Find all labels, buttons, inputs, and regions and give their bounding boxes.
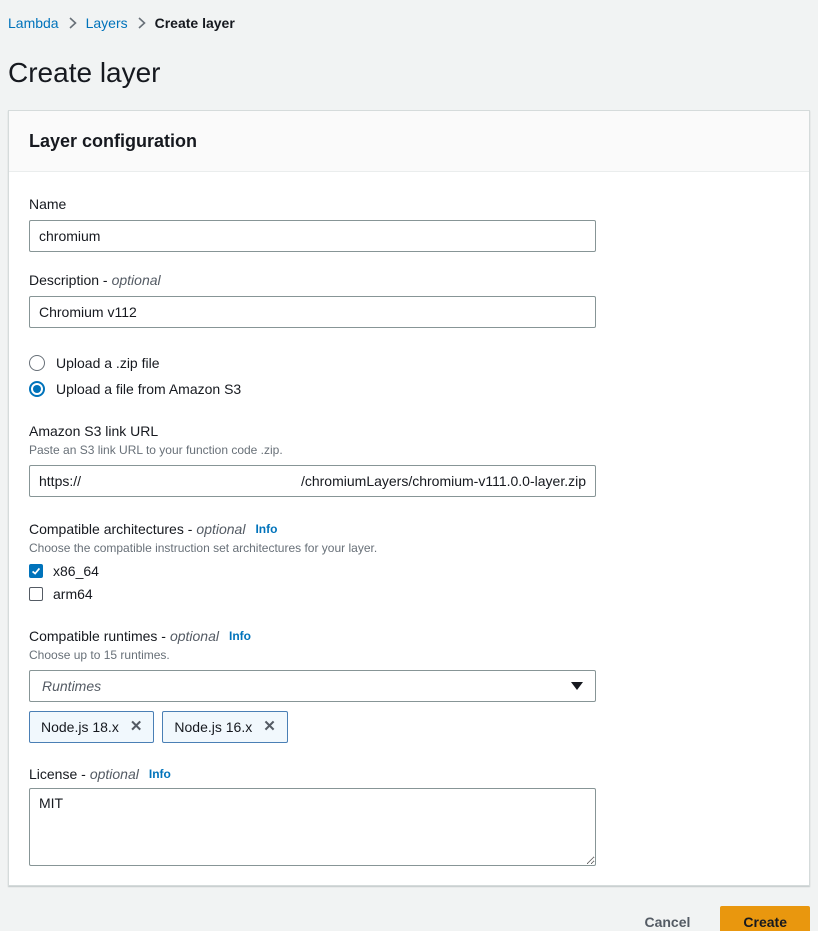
token-dismiss-icon[interactable]: ✕ (263, 720, 276, 734)
breadcrumb: Lambda Layers Create layer (0, 0, 818, 31)
checkbox-row-x86_64[interactable]: x86_64 (29, 563, 789, 579)
runtimes-label: Compatible runtimes -optional Info (29, 628, 789, 644)
license-optional-text: optional (90, 766, 139, 782)
name-input[interactable] (29, 220, 596, 252)
breadcrumb-layers-link[interactable]: Layers (86, 15, 128, 31)
checkbox-unchecked-icon[interactable] (29, 587, 43, 601)
description-field-group: Description -optional (29, 272, 789, 328)
description-input[interactable] (29, 296, 596, 328)
license-label-text: License - (29, 766, 86, 782)
architectures-label-text: Compatible architectures - (29, 521, 192, 537)
token-dismiss-icon[interactable]: ✕ (130, 720, 143, 734)
radio-upload-s3[interactable]: Upload a file from Amazon S3 (29, 381, 789, 397)
architectures-label: Compatible architectures -optional Info (29, 521, 789, 537)
layer-configuration-card: Layer configuration Name Description -op… (8, 110, 810, 886)
architectures-field-group: Compatible architectures -optional Info C… (29, 521, 789, 602)
s3-url-label: Amazon S3 link URL (29, 423, 789, 439)
runtimes-select[interactable]: Runtimes (29, 670, 596, 702)
page-title: Create layer (8, 57, 810, 89)
cancel-button[interactable]: Cancel (624, 907, 710, 931)
radio-unselected-icon[interactable] (29, 355, 45, 371)
runtimes-help-text: Choose up to 15 runtimes. (29, 647, 789, 663)
license-textarea[interactable]: MIT (29, 788, 596, 866)
token-nodejs-18: Node.js 18.x ✕ (29, 711, 154, 743)
runtimes-info-link[interactable]: Info (229, 629, 251, 643)
runtime-tokens: Node.js 18.x ✕ Node.js 16.x ✕ (29, 711, 789, 743)
breadcrumb-lambda-link[interactable]: Lambda (8, 15, 59, 31)
description-label-text: Description - (29, 272, 108, 288)
create-button[interactable]: Create (720, 906, 810, 931)
runtimes-field-group: Compatible runtimes -optional Info Choose… (29, 628, 789, 743)
checkbox-checked-icon[interactable] (29, 564, 43, 578)
description-optional-text: optional (112, 272, 161, 288)
architectures-info-link[interactable]: Info (255, 522, 277, 536)
checkbox-row-arm64[interactable]: arm64 (29, 586, 789, 602)
token-nodejs-16-label: Node.js 16.x (174, 719, 252, 735)
footer-actions: Cancel Create (0, 886, 818, 931)
checkbox-arm64-label: arm64 (53, 586, 93, 602)
runtimes-optional-text: optional (170, 628, 219, 644)
breadcrumb-separator-icon (68, 17, 77, 29)
s3-url-input[interactable]: https:// /chromiumLayers/chromium-v111.0… (29, 465, 596, 497)
dropdown-caret-icon (571, 682, 583, 690)
s3-url-value-suffix: /chromiumLayers/chromium-v111.0.0-layer.… (301, 473, 586, 489)
s3-url-value-prefix: https:// (39, 473, 81, 489)
radio-upload-zip-label: Upload a .zip file (56, 355, 160, 371)
radio-upload-s3-label: Upload a file from Amazon S3 (56, 381, 241, 397)
card-header: Layer configuration (9, 111, 809, 172)
upload-source-radio-group: Upload a .zip file Upload a file from Am… (29, 355, 789, 397)
name-field-group: Name (29, 196, 789, 252)
token-nodejs-16: Node.js 16.x ✕ (162, 711, 287, 743)
breadcrumb-current: Create layer (155, 15, 235, 31)
architectures-help-text: Choose the compatible instruction set ar… (29, 540, 789, 556)
radio-selected-icon[interactable] (29, 381, 45, 397)
s3-url-field-group: Amazon S3 link URL Paste an S3 link URL … (29, 423, 789, 497)
token-nodejs-18-label: Node.js 18.x (41, 719, 119, 735)
license-field-group: License -optional Info MIT (29, 766, 789, 866)
architectures-optional-text: optional (196, 521, 245, 537)
s3-url-help-text: Paste an S3 link URL to your function co… (29, 442, 789, 458)
runtimes-select-placeholder: Runtimes (42, 678, 571, 694)
license-info-link[interactable]: Info (149, 767, 171, 781)
description-label: Description -optional (29, 272, 789, 288)
license-label: License -optional Info (29, 766, 789, 782)
card-body: Name Description -optional Upload a .zip… (9, 172, 809, 885)
radio-upload-zip[interactable]: Upload a .zip file (29, 355, 789, 371)
name-label: Name (29, 196, 789, 212)
checkbox-x86_64-label: x86_64 (53, 563, 99, 579)
runtimes-label-text: Compatible runtimes - (29, 628, 166, 644)
breadcrumb-separator-icon (137, 17, 146, 29)
create-layer-page: Lambda Layers Create layer Create layer … (0, 0, 818, 931)
